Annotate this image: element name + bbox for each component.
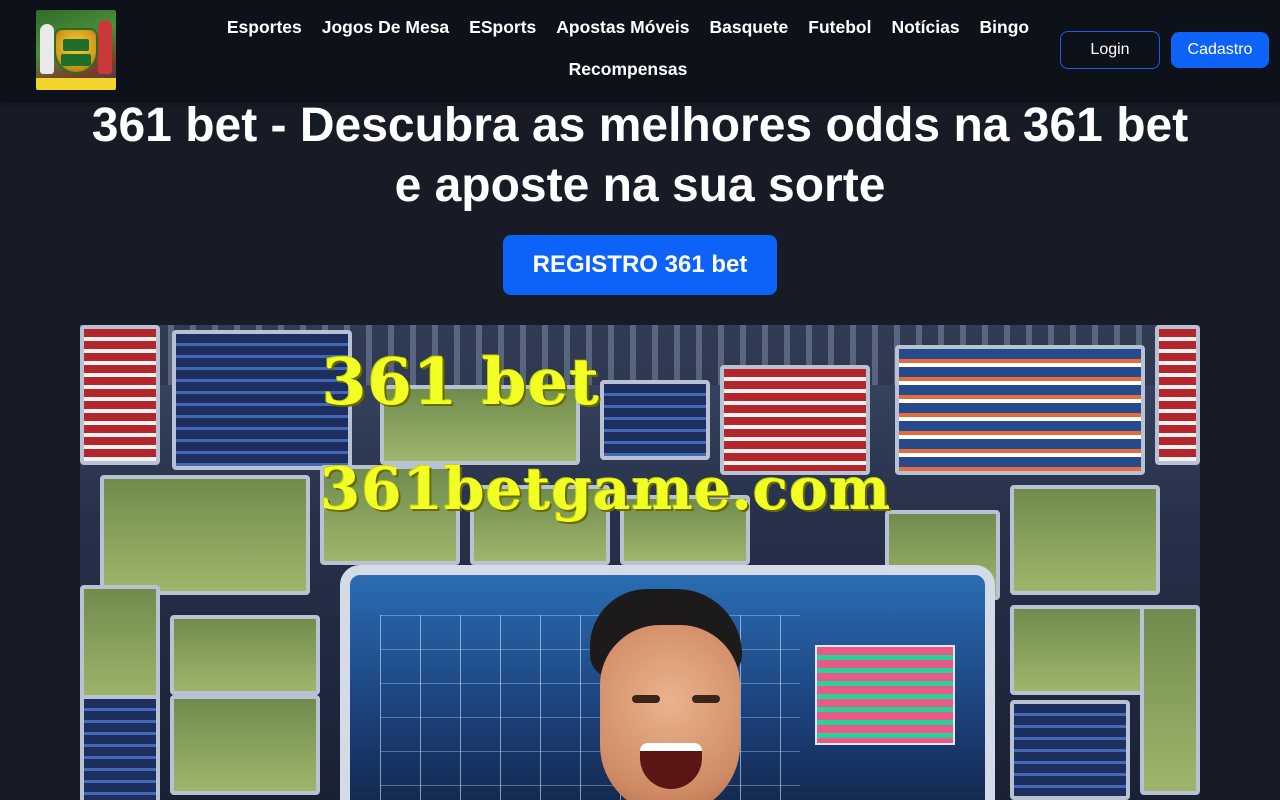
page-title: 361 bet - Descubra as melhores odds na 3… bbox=[91, 99, 1189, 212]
nav-item-noticias[interactable]: Notícias bbox=[881, 6, 969, 48]
main-nav: Esportes Jogos De Mesa ESports Apostas M… bbox=[200, 6, 1056, 90]
site-header: Esportes Jogos De Mesa ESports Apostas M… bbox=[0, 0, 1280, 100]
nav-item-esportes[interactable]: Esportes bbox=[217, 6, 312, 48]
logo-shield-graphic bbox=[54, 28, 98, 74]
banner-text-url: 361betgame.com bbox=[320, 455, 892, 523]
nav-item-recompensas[interactable]: Recompensas bbox=[559, 48, 698, 90]
nav-item-jogos-de-mesa[interactable]: Jogos De Mesa bbox=[312, 6, 459, 48]
banner-screen-graphic bbox=[1010, 485, 1160, 595]
nav-item-bingo[interactable]: Bingo bbox=[970, 6, 1040, 48]
banner-odds-board-graphic bbox=[815, 645, 955, 745]
banner-screen-graphic bbox=[1140, 605, 1200, 795]
signup-button[interactable]: Cadastro bbox=[1171, 32, 1269, 68]
logo-player-right-graphic bbox=[98, 20, 112, 74]
banner-screen-graphic bbox=[80, 695, 160, 800]
hero-banner-image: 361 bet 361betgame.com bbox=[80, 325, 1200, 800]
nav-item-apostas-moveis[interactable]: Apostas Móveis bbox=[546, 6, 699, 48]
logo-url-bar-graphic bbox=[36, 78, 116, 90]
banner-screen-graphic bbox=[600, 380, 710, 460]
banner-person-eye-graphic bbox=[692, 695, 720, 703]
nav-item-esports[interactable]: ESports bbox=[459, 6, 546, 48]
banner-screen-graphic bbox=[170, 615, 320, 695]
nav-item-futebol[interactable]: Futebol bbox=[798, 6, 881, 48]
nav-item-basquete[interactable]: Basquete bbox=[700, 6, 799, 48]
logo-shield-top-graphic bbox=[63, 39, 89, 51]
banner-screen-graphic bbox=[895, 345, 1145, 475]
site-logo[interactable] bbox=[36, 10, 116, 90]
banner-screen-graphic bbox=[170, 695, 320, 795]
banner-screen-graphic bbox=[1155, 325, 1200, 465]
logo-shield-bottom-graphic bbox=[61, 54, 91, 66]
banner-person-eye-graphic bbox=[632, 695, 660, 703]
banner-screen-graphic bbox=[100, 475, 310, 595]
banner-screen-graphic bbox=[80, 585, 160, 705]
logo-player-left-graphic bbox=[40, 24, 54, 74]
login-button[interactable]: Login bbox=[1060, 31, 1160, 69]
banner-screen-graphic bbox=[1010, 700, 1130, 800]
banner-text-brand: 361 bet bbox=[322, 345, 600, 420]
banner-screen-graphic bbox=[80, 325, 160, 465]
banner-screen-graphic bbox=[1010, 605, 1160, 695]
register-cta-button[interactable]: REGISTRO 361 bet bbox=[503, 235, 777, 295]
